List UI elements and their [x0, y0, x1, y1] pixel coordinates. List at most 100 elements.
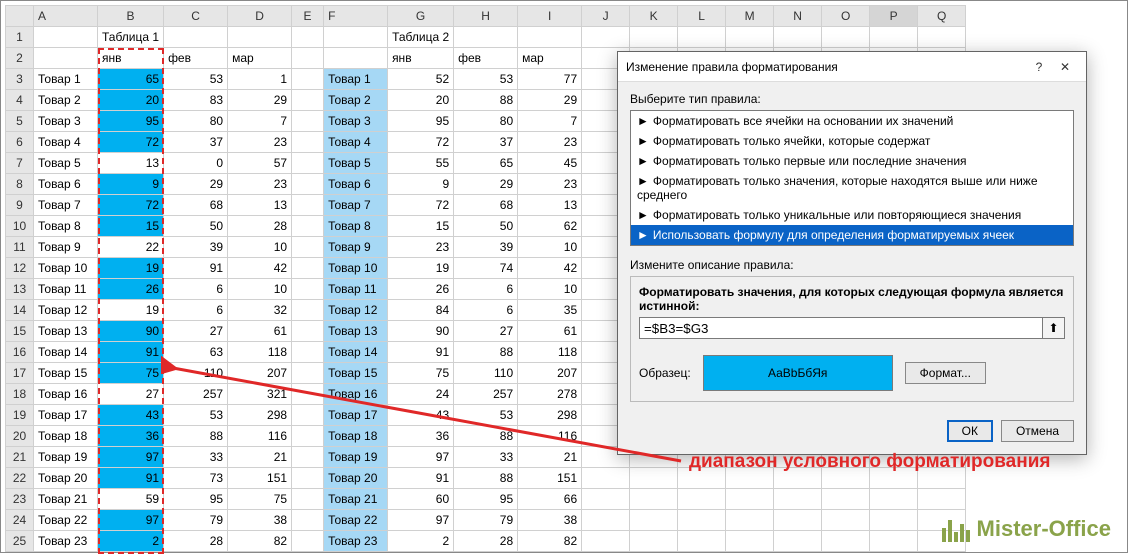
rule-option[interactable]: ►Форматировать только ячейки, которые со…: [631, 131, 1073, 151]
cell[interactable]: [292, 90, 324, 111]
cell[interactable]: 13: [518, 195, 582, 216]
cell[interactable]: 23: [518, 174, 582, 195]
cell[interactable]: 0: [164, 153, 228, 174]
cell[interactable]: Товар 1: [34, 69, 98, 90]
cell[interactable]: Товар 10: [324, 258, 388, 279]
cell[interactable]: Товар 10: [34, 258, 98, 279]
cell[interactable]: 29: [164, 174, 228, 195]
cell[interactable]: 57: [228, 153, 292, 174]
cell[interactable]: Товар 3: [324, 111, 388, 132]
row-header[interactable]: 22: [6, 468, 34, 489]
cell[interactable]: Товар 18: [34, 426, 98, 447]
cell[interactable]: Товар 20: [324, 468, 388, 489]
cell[interactable]: 39: [454, 237, 518, 258]
cell[interactable]: [630, 489, 678, 510]
row-header[interactable]: 18: [6, 384, 34, 405]
cell[interactable]: [726, 27, 774, 48]
cell[interactable]: 207: [228, 363, 292, 384]
cell[interactable]: Товар 16: [34, 384, 98, 405]
cell[interactable]: [292, 426, 324, 447]
cell[interactable]: [292, 69, 324, 90]
cell[interactable]: 6: [164, 279, 228, 300]
cell[interactable]: 65: [454, 153, 518, 174]
cell[interactable]: 38: [228, 510, 292, 531]
cell[interactable]: Товар 8: [324, 216, 388, 237]
cell[interactable]: Товар 2: [34, 90, 98, 111]
cell[interactable]: [582, 531, 630, 552]
cell[interactable]: Товар 7: [324, 195, 388, 216]
cell[interactable]: 68: [164, 195, 228, 216]
cell[interactable]: 2: [388, 531, 454, 552]
row-header[interactable]: 23: [6, 489, 34, 510]
cell[interactable]: [324, 27, 388, 48]
cell[interactable]: мар: [228, 48, 292, 69]
cell[interactable]: 90: [388, 321, 454, 342]
cell[interactable]: Товар 17: [324, 405, 388, 426]
cell[interactable]: 257: [164, 384, 228, 405]
cell[interactable]: [292, 27, 324, 48]
cell[interactable]: 72: [98, 195, 164, 216]
cell[interactable]: Товар 11: [34, 279, 98, 300]
cell[interactable]: Товар 19: [34, 447, 98, 468]
cell[interactable]: 91: [388, 342, 454, 363]
row-header[interactable]: 6: [6, 132, 34, 153]
help-icon[interactable]: ?: [1026, 60, 1052, 74]
cell[interactable]: Товар 20: [34, 468, 98, 489]
cell[interactable]: 1: [228, 69, 292, 90]
cell[interactable]: Товар 16: [324, 384, 388, 405]
cell[interactable]: 65: [98, 69, 164, 90]
row-header[interactable]: 15: [6, 321, 34, 342]
cell[interactable]: 97: [98, 447, 164, 468]
cell[interactable]: [34, 48, 98, 69]
select-all-corner[interactable]: [6, 6, 34, 27]
cell[interactable]: 90: [98, 321, 164, 342]
col-header-A[interactable]: A: [34, 6, 98, 27]
cell[interactable]: 10: [518, 279, 582, 300]
cell[interactable]: 61: [228, 321, 292, 342]
cell[interactable]: 33: [454, 447, 518, 468]
cell[interactable]: 23: [228, 132, 292, 153]
cell[interactable]: 29: [518, 90, 582, 111]
cell[interactable]: [870, 531, 918, 552]
row-header[interactable]: 24: [6, 510, 34, 531]
cell[interactable]: [822, 489, 870, 510]
cell[interactable]: [518, 27, 582, 48]
collapse-dialog-icon[interactable]: ⬆: [1043, 317, 1065, 339]
cell[interactable]: 75: [98, 363, 164, 384]
cell[interactable]: янв: [388, 48, 454, 69]
cell[interactable]: [774, 531, 822, 552]
cell[interactable]: 42: [518, 258, 582, 279]
cell[interactable]: [870, 27, 918, 48]
cell[interactable]: [292, 153, 324, 174]
cell[interactable]: 207: [518, 363, 582, 384]
cell[interactable]: Товар 23: [324, 531, 388, 552]
cell[interactable]: 19: [98, 258, 164, 279]
cell[interactable]: 43: [388, 405, 454, 426]
row-header[interactable]: 8: [6, 174, 34, 195]
cell[interactable]: Товар 14: [324, 342, 388, 363]
cell[interactable]: 110: [164, 363, 228, 384]
cell[interactable]: 116: [228, 426, 292, 447]
cell[interactable]: [228, 27, 292, 48]
cell[interactable]: 20: [388, 90, 454, 111]
cell[interactable]: Товар 11: [324, 279, 388, 300]
cell[interactable]: 79: [164, 510, 228, 531]
cell[interactable]: 36: [388, 426, 454, 447]
cell[interactable]: [918, 27, 966, 48]
cell[interactable]: [292, 132, 324, 153]
rule-option[interactable]: ►Форматировать только значения, которые …: [631, 171, 1073, 205]
cell[interactable]: 66: [518, 489, 582, 510]
cell[interactable]: Товар 1: [324, 69, 388, 90]
cell[interactable]: 80: [454, 111, 518, 132]
col-header-J[interactable]: J: [582, 6, 630, 27]
row-header[interactable]: 13: [6, 279, 34, 300]
cell[interactable]: Товар 4: [34, 132, 98, 153]
cell[interactable]: 60: [388, 489, 454, 510]
cell[interactable]: Товар 6: [34, 174, 98, 195]
cell[interactable]: [292, 363, 324, 384]
cell[interactable]: Товар 21: [34, 489, 98, 510]
cell[interactable]: Товар 14: [34, 342, 98, 363]
cell[interactable]: 88: [454, 90, 518, 111]
cell[interactable]: 7: [228, 111, 292, 132]
cell[interactable]: 95: [164, 489, 228, 510]
